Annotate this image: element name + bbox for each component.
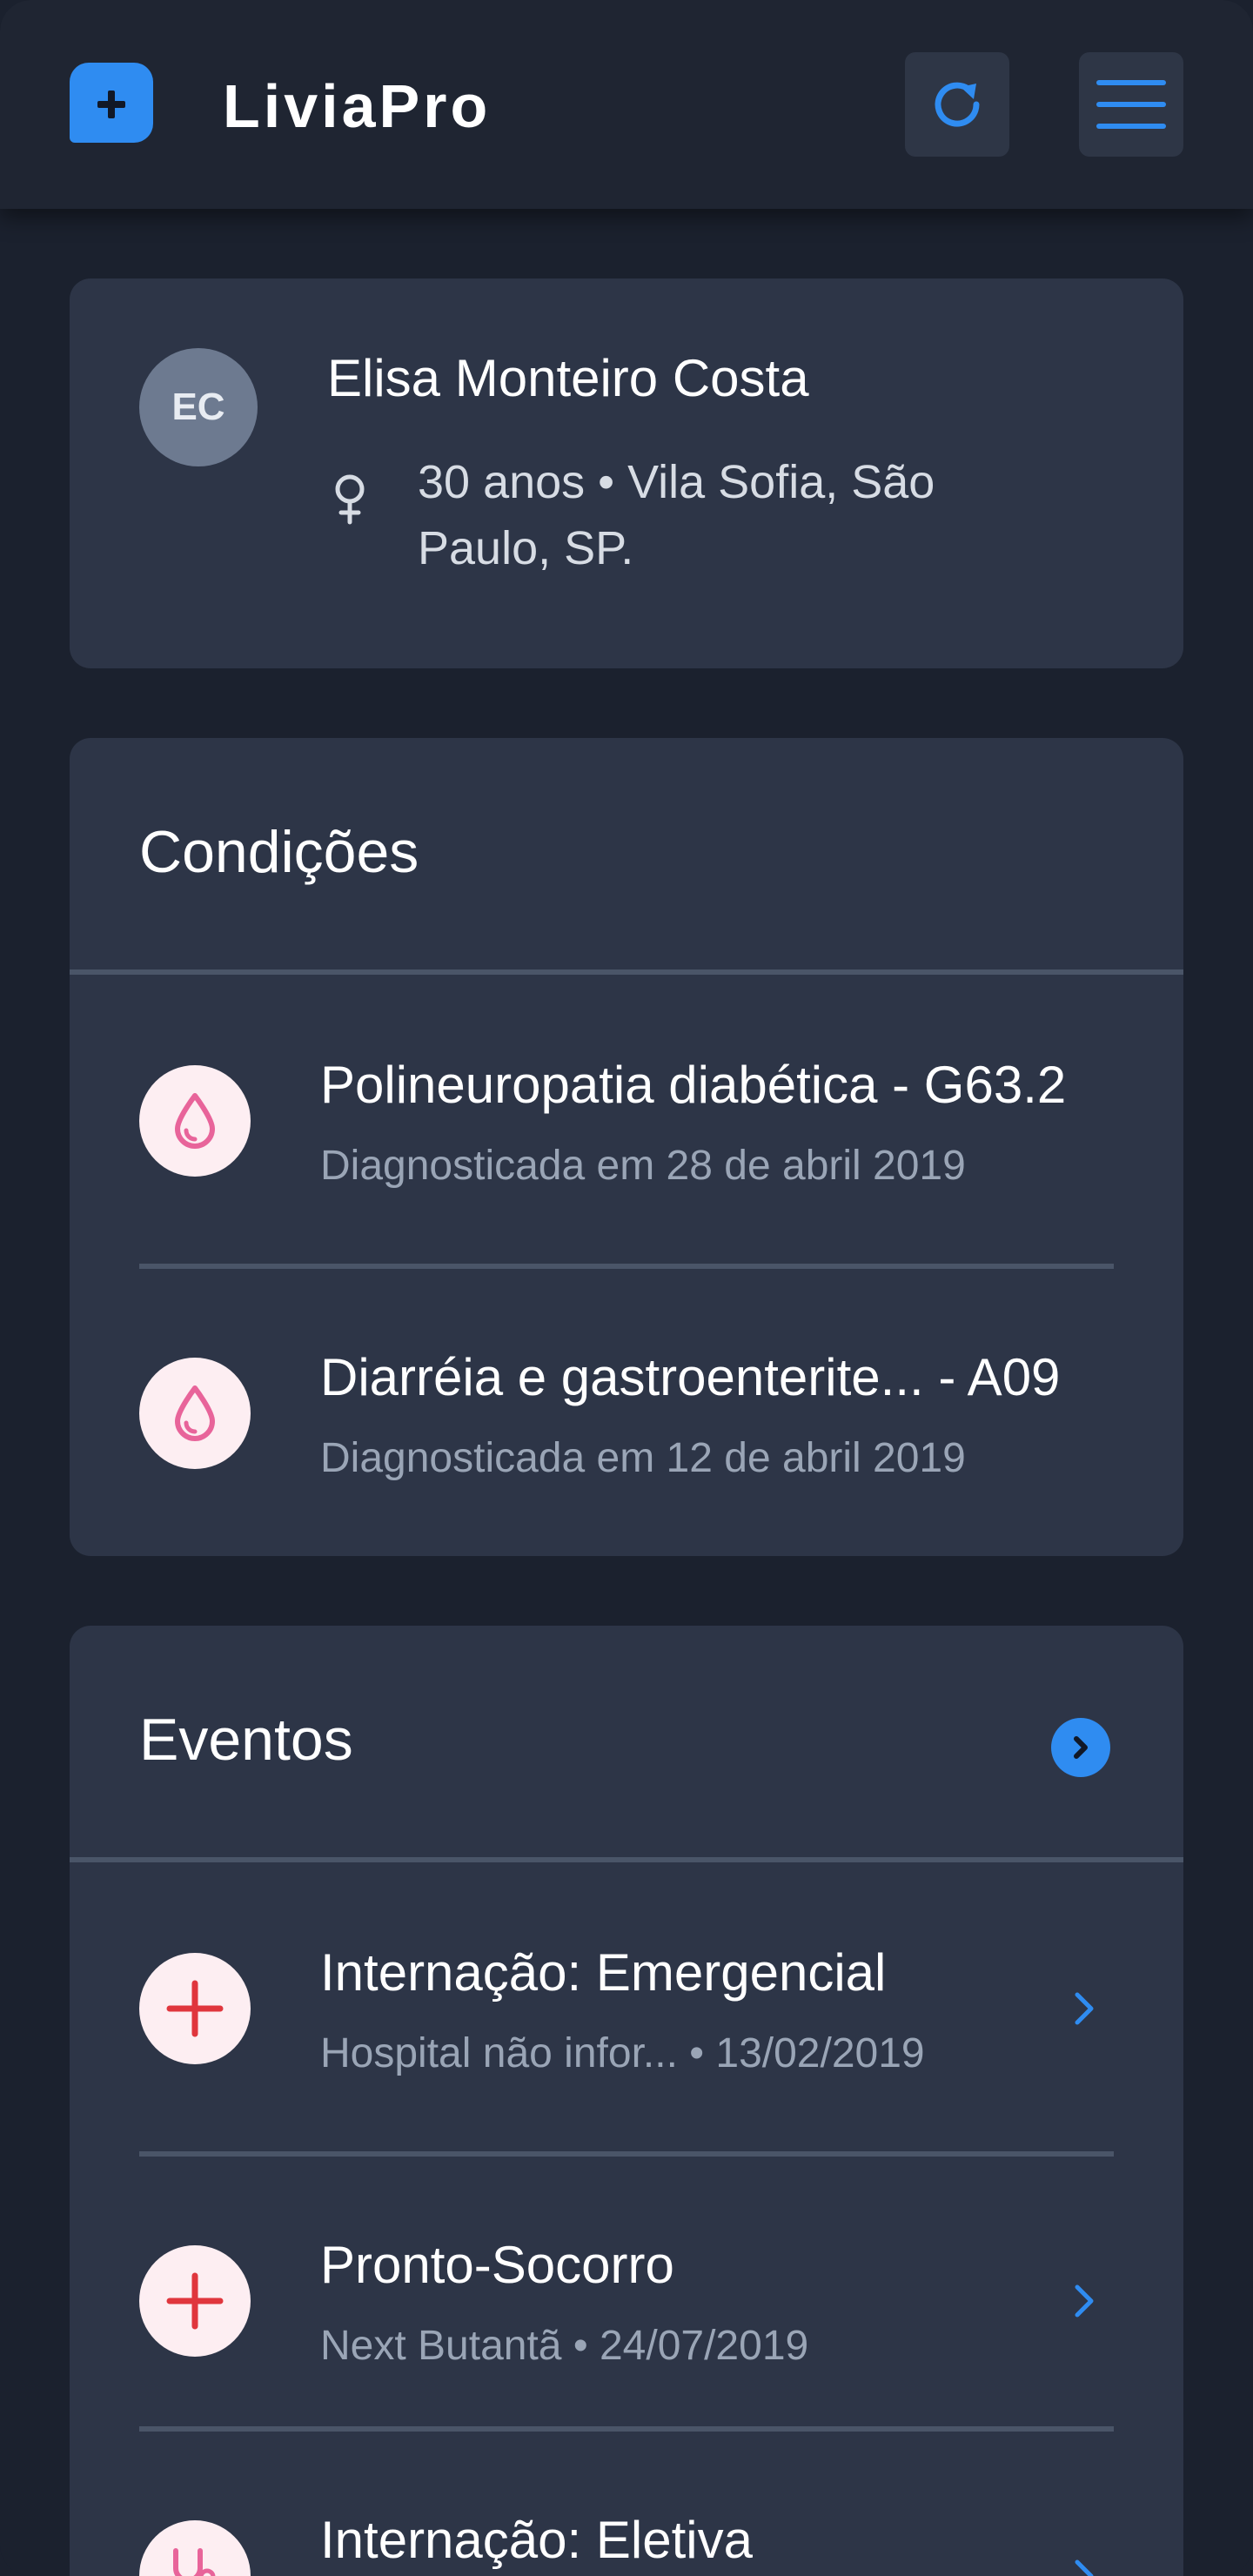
chevron-right-icon [1075,2284,1094,2318]
conditions-title: Condições [139,819,419,885]
app-header: LiviaPro [0,0,1253,209]
condition-date: Diagnosticada em 28 de abril 2019 [320,1143,966,1189]
patient-info: 30 anos • Vila Sofia, São Paulo, SP. [418,456,935,574]
menu-button[interactable] [1079,52,1183,157]
event-title: Pronto-Socorro [320,2236,674,2294]
female-icon [335,474,365,525]
chevron-right-icon [1075,1992,1094,2025]
section-divider [70,1857,1183,1862]
event-details: Hospital não infor... • 13/02/2019 [320,2030,925,2076]
chevron-right-icon [1075,2559,1094,2576]
row-divider [139,2151,1114,2157]
medical-cross-icon [139,1953,251,2064]
event-title: Internação: Eletiva [320,2511,753,2569]
brand-name: LiviaPro [223,72,492,140]
stethoscope-icon [139,2520,251,2576]
row-divider [139,2426,1114,2432]
events-title: Eventos [139,1707,353,1773]
row-divider [139,1264,1114,1269]
condition-date: Diagnosticada em 12 de abril 2019 [320,1435,966,1481]
patient-card[interactable]: EC Elisa Monteiro Costa 30 anos • Vila S… [70,278,1183,668]
patient-name: Elisa Monteiro Costa [327,349,809,407]
conditions-card: Condições Polineuropatia diabética - G63… [70,738,1183,1556]
blood-drop-icon [139,1358,251,1469]
events-card: Eventos Internação: Emergencial Hospital… [70,1626,1183,2576]
medical-cross-icon [139,2245,251,2357]
condition-title: Polineuropatia diabética - G63.2 [320,1056,1067,1114]
section-divider [70,969,1183,975]
hamburger-menu-icon [1096,80,1166,129]
chevron-right-icon [1074,1736,1088,1759]
event-title: Internação: Emergencial [320,1943,887,2002]
app-screen: LiviaPro EC Elisa Monteiro Costa 30 anos… [0,0,1253,2576]
events-see-all-button[interactable] [1051,1718,1110,1777]
blood-drop-icon [139,1065,251,1177]
event-details: Next Butantã • 24/07/2019 [320,2323,809,2369]
avatar: EC [139,348,258,466]
refresh-icon [935,82,980,127]
refresh-button[interactable] [905,52,1009,157]
condition-title: Diarréia e gastroenterite... - A09 [320,1348,1061,1406]
plus-chat-icon [70,63,153,143]
